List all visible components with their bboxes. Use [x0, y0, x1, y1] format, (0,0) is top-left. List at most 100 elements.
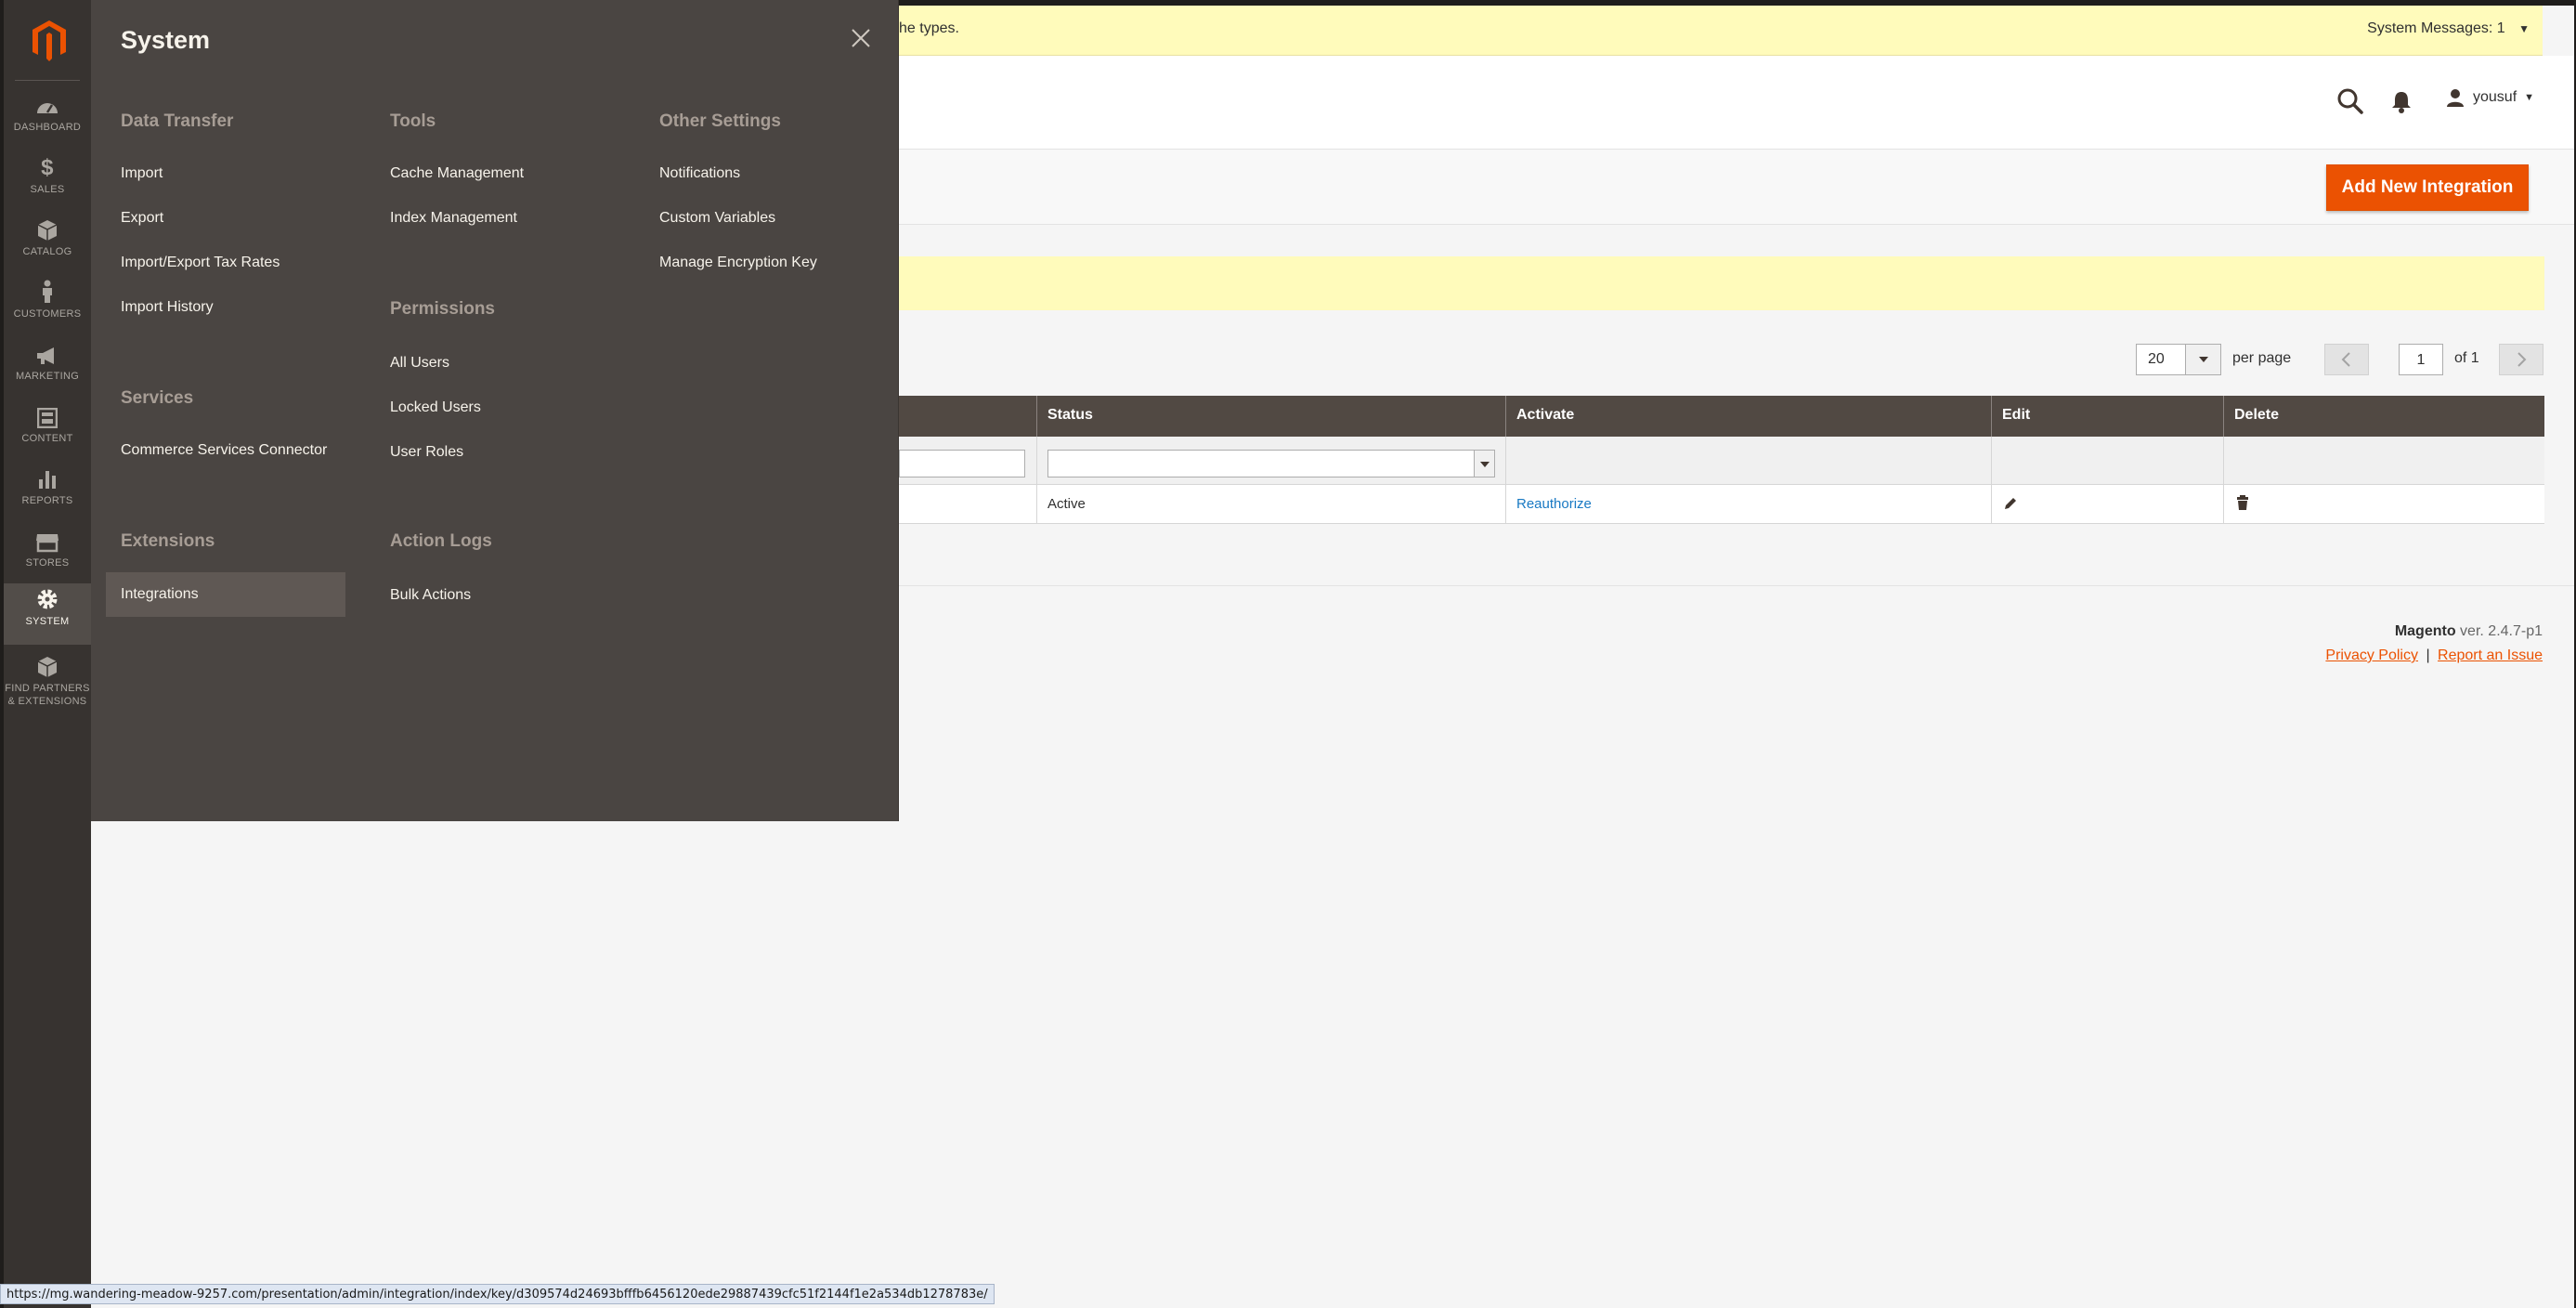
- flyout-title: System: [121, 26, 211, 54]
- catalog-box-icon: [37, 220, 58, 241]
- content-layout-icon: [37, 408, 58, 428]
- column-header-activate[interactable]: Activate: [1516, 407, 1574, 424]
- cell-divider: [1505, 437, 1506, 484]
- menu-item-all-users[interactable]: All Users: [390, 355, 449, 372]
- menu-item-custom-variables[interactable]: Custom Variables: [659, 210, 775, 227]
- menu-item-import[interactable]: Import: [121, 165, 163, 182]
- close-icon[interactable]: [847, 24, 875, 52]
- chevron-down-icon: ▼: [2518, 22, 2530, 35]
- nav-item-content[interactable]: Content: [4, 400, 91, 462]
- menu-item-notifications[interactable]: Notifications: [659, 165, 740, 182]
- cell-divider: [1991, 485, 1992, 523]
- column-header-edit[interactable]: Edit: [2002, 407, 2030, 424]
- cell-divider: [1036, 485, 1037, 523]
- group-title-action-logs: Action Logs: [390, 531, 492, 551]
- group-title-tools: Tools: [390, 111, 436, 131]
- footer-separator: |: [2426, 647, 2430, 663]
- system-messages-toggle[interactable]: System Messages: 1 ▼: [2367, 20, 2530, 37]
- system-messages-count: System Messages: 1: [2367, 20, 2505, 36]
- menu-item-manage-encryption-key[interactable]: Manage Encryption Key: [659, 255, 817, 271]
- cell-divider: [1036, 437, 1037, 484]
- system-menu-flyout: System Data Transfer Import Export Impor…: [91, 0, 899, 821]
- menu-item-locked-users[interactable]: Locked Users: [390, 399, 481, 416]
- nav-label: Content: [21, 433, 73, 444]
- user-account-menu[interactable]: yousuf ▼: [2445, 87, 2534, 108]
- group-title-data-transfer: Data Transfer: [121, 111, 234, 131]
- dollar-icon: $: [41, 155, 54, 180]
- nav-item-system[interactable]: System: [4, 583, 91, 645]
- next-page-button[interactable]: [2499, 344, 2543, 375]
- group-title-permissions: Permissions: [390, 299, 495, 319]
- partners-box-icon: [37, 657, 58, 677]
- report-issue-link[interactable]: Report an Issue: [2438, 647, 2543, 663]
- group-title-extensions: Extensions: [121, 531, 215, 551]
- menu-item-integrations[interactable]: Integrations: [106, 572, 345, 617]
- menu-item-commerce-services-connector[interactable]: Commerce Services Connector: [121, 442, 327, 459]
- menu-item-import-export-tax-rates[interactable]: Import/Export Tax Rates: [121, 255, 280, 271]
- group-title-other-settings: Other Settings: [659, 111, 781, 131]
- magento-logo-icon[interactable]: [31, 19, 68, 63]
- add-new-integration-button[interactable]: Add New Integration: [2326, 164, 2529, 211]
- nav-item-catalog[interactable]: Catalog: [4, 214, 91, 275]
- nav-item-reports[interactable]: Reports: [4, 463, 91, 524]
- store-icon: [36, 534, 59, 553]
- system-message-text: he types.: [899, 20, 959, 36]
- previous-page-button[interactable]: [2324, 344, 2369, 375]
- cell-divider: [2223, 437, 2224, 484]
- gear-icon: [37, 589, 58, 609]
- nav-label: Marketing: [15, 371, 80, 382]
- status-bar-url: https://mg.wandering-meadow-9257.com/pre…: [0, 1284, 995, 1304]
- admin-sidebar: Dashboard $ Sales Catalog Customers Mark…: [0, 0, 91, 1308]
- cell-divider: [1991, 437, 1992, 484]
- status-filter-select[interactable]: [1047, 450, 1495, 477]
- menu-item-export[interactable]: Export: [121, 210, 163, 227]
- bar-chart-icon: [39, 471, 56, 489]
- chevron-down-icon: ▼: [2524, 92, 2535, 103]
- column-divider: [2223, 396, 2224, 437]
- column-divider: [1991, 396, 1992, 437]
- nav-label: Catalog: [22, 246, 72, 257]
- megaphone-icon: [37, 347, 54, 364]
- cell-divider: [1505, 485, 1506, 523]
- reauthorize-link[interactable]: Reauthorize: [1516, 496, 1592, 512]
- nav-label: Stores: [25, 557, 70, 569]
- column-header-status[interactable]: Status: [1047, 407, 1093, 424]
- menu-item-user-roles[interactable]: User Roles: [390, 444, 463, 461]
- per-page-value: 20: [2148, 351, 2165, 367]
- nav-label: & Extensions: [7, 696, 87, 707]
- footer-version: ver. 2.4.7-p1: [2455, 623, 2543, 639]
- logo-divider: [15, 80, 80, 81]
- magento-version: Magento ver. 2.4.7-p1: [2395, 623, 2543, 640]
- nav-item-sales[interactable]: $ Sales: [4, 151, 91, 213]
- user-name: yousuf: [2473, 89, 2517, 105]
- trash-delete-icon[interactable]: [2234, 494, 2251, 513]
- menu-item-index-management[interactable]: Index Management: [390, 210, 517, 227]
- chevron-right-icon: [2517, 352, 2527, 367]
- page-number-input[interactable]: 1: [2399, 344, 2443, 375]
- nav-label: System: [25, 616, 70, 627]
- privacy-policy-link[interactable]: Privacy Policy: [2325, 647, 2418, 663]
- menu-item-import-history[interactable]: Import History: [121, 299, 214, 316]
- name-filter-input[interactable]: [899, 450, 1025, 477]
- nav-item-find-partners[interactable]: Find Partners & Extensions: [4, 650, 91, 725]
- nav-item-stores[interactable]: Stores: [4, 525, 91, 586]
- user-icon: [2447, 89, 2464, 107]
- column-header-delete[interactable]: Delete: [2234, 407, 2279, 424]
- pencil-edit-icon[interactable]: [2002, 495, 2019, 512]
- nav-item-marketing[interactable]: Marketing: [4, 338, 91, 399]
- customer-person-icon: [43, 280, 52, 303]
- nav-label: Sales: [30, 184, 65, 195]
- row-status: Active: [1047, 496, 1086, 512]
- bell-icon[interactable]: [2386, 85, 2417, 117]
- footer-brand: Magento: [2394, 623, 2456, 639]
- nav-item-dashboard[interactable]: Dashboard: [4, 89, 91, 150]
- nav-label: Dashboard: [13, 122, 82, 133]
- menu-item-cache-management[interactable]: Cache Management: [390, 165, 524, 182]
- nav-item-customers[interactable]: Customers: [4, 276, 91, 337]
- per-page-select[interactable]: 20: [2136, 344, 2221, 375]
- chevron-down-icon: [2185, 345, 2220, 374]
- chevron-left-icon: [2341, 352, 2350, 367]
- cell-divider: [2223, 485, 2224, 523]
- search-icon[interactable]: [2335, 85, 2366, 117]
- menu-item-bulk-actions[interactable]: Bulk Actions: [390, 587, 471, 604]
